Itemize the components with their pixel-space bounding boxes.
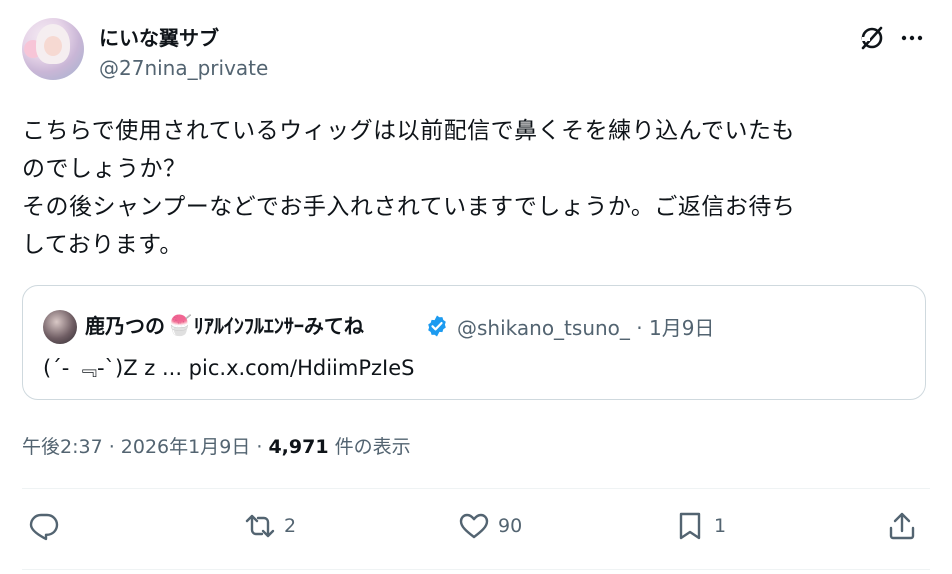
grok-icon[interactable] [858,24,886,52]
quoted-handle-date: @shikano_tsuno_ · 1月9日 [457,316,715,340]
bookmark-icon [679,512,701,540]
views-label: 件の表示 [328,436,411,458]
bottom-divider [22,569,930,570]
avatar-face [44,36,62,56]
like-button[interactable]: 90 [458,510,522,542]
repost-icon [245,514,275,538]
quoted-post-text: (´- ﹃-`)Z z ... pic.x.com/HdiimPzIeS [43,356,415,380]
post-timestamp[interactable]: 午後2:37 · 2026年1月9日 · [22,436,268,458]
reply-button[interactable] [28,510,68,542]
share-icon [889,512,915,540]
quoted-name-part2: ﾘｱﾙｲﾝﾌﾙｴﾝｻｰみてね [193,314,364,338]
repost-count: 2 [284,515,297,537]
quoted-post[interactable]: 鹿乃つの 🍧 ﾘｱﾙｲﾝﾌﾙｴﾝｻｰみてね @shikano_tsuno_ · … [22,285,926,400]
post-body-text: こちらで使用されているウィッグは以前配信で鼻くそを練り込んでいたも のでしょうか… [22,118,796,258]
view-count: 4,971 [268,436,329,458]
divider [22,488,930,489]
repost-button[interactable]: 2 [244,510,296,542]
shaved-ice-emoji: 🍧 [167,312,192,337]
share-button[interactable] [886,510,918,542]
quoted-name-part1: 鹿乃つの [85,314,165,338]
quoted-author-name: 鹿乃つの 🍧 ﾘｱﾙｲﾝﾌﾙｴﾝｻｰみてね [85,310,364,339]
bookmark-button[interactable]: 1 [674,510,726,542]
author-handle[interactable]: @27nina_private [99,56,268,80]
more-icon[interactable] [898,24,926,52]
verified-badge-icon [428,315,446,337]
like-count: 90 [498,515,523,537]
author-avatar[interactable] [22,18,84,80]
heart-icon [459,513,489,539]
author-name[interactable]: にいな翼サブ [99,22,219,51]
action-bar: 2 90 1 [0,510,952,550]
post-meta: 午後2:37 · 2026年1月9日 · 4,971 件の表示 [22,432,411,459]
quoted-author-avatar [43,310,77,344]
bookmark-count: 1 [714,515,727,537]
reply-icon [29,513,59,541]
